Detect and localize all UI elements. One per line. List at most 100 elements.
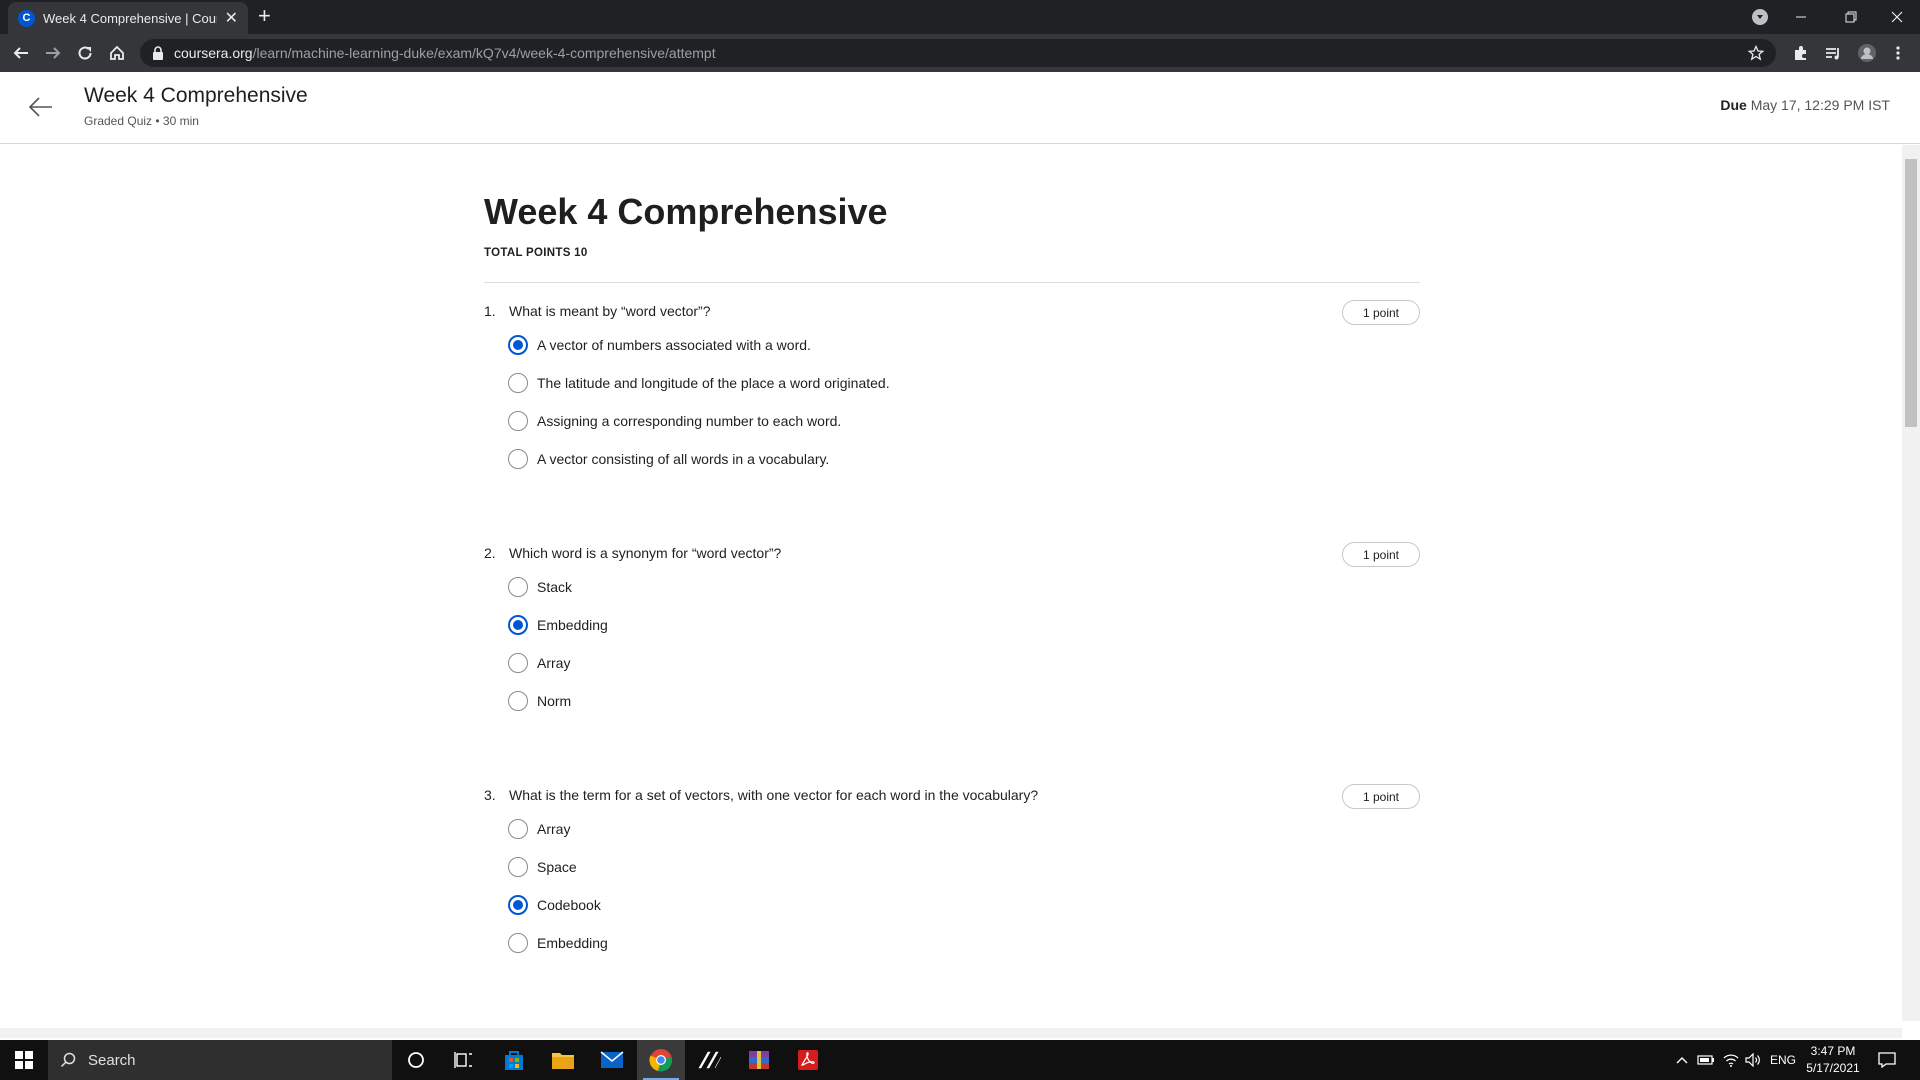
task-view-icon[interactable] <box>440 1040 488 1080</box>
answer-option[interactable]: Stack <box>508 575 572 599</box>
clock-date: 5/17/2021 <box>1806 1061 1860 1075</box>
profile-avatar[interactable] <box>1855 41 1879 65</box>
due-date: Due May 17, 12:29 PM IST <box>1720 97 1890 113</box>
forward-arrow-icon[interactable] <box>41 41 65 65</box>
tab-close-icon[interactable]: ✕ <box>225 8 238 28</box>
option-label: Array <box>537 655 571 671</box>
back-arrow-icon[interactable] <box>9 41 33 65</box>
browser-tabstrip: C Week 4 Comprehensive | Coursera ✕ + <box>0 0 1920 34</box>
back-arrow-icon[interactable] <box>26 92 56 122</box>
option-label: Embedding <box>537 617 608 633</box>
radio-button[interactable] <box>508 933 528 953</box>
radio-button[interactable] <box>508 819 528 839</box>
acrobat-icon[interactable] <box>784 1040 832 1080</box>
header-subtitle: Graded Quiz • 30 min <box>84 114 199 128</box>
windows-taskbar: Search ENG 3:47 PM 5/17/2021 <box>0 1040 1920 1080</box>
option-label: Array <box>537 821 571 837</box>
wifi-icon[interactable] <box>1723 1040 1739 1080</box>
winrar-icon[interactable] <box>735 1040 783 1080</box>
option-label: A vector of numbers associated with a wo… <box>537 337 811 353</box>
question-number: 2. <box>484 545 496 561</box>
browser-tab[interactable]: C Week 4 Comprehensive | Coursera ✕ <box>8 2 248 34</box>
tab-title: Week 4 Comprehensive | Coursera <box>43 10 217 26</box>
answer-option[interactable]: Embedding <box>508 613 608 637</box>
option-label: Assigning a corresponding number to each… <box>537 413 842 429</box>
radio-button[interactable] <box>508 373 528 393</box>
home-icon[interactable] <box>105 41 129 65</box>
question-number: 1. <box>484 303 496 319</box>
answer-option[interactable]: A vector of numbers associated with a wo… <box>508 333 811 357</box>
radio-button[interactable] <box>508 335 528 355</box>
mail-icon[interactable] <box>588 1040 636 1080</box>
show-hidden-icons-icon[interactable] <box>1676 1040 1688 1080</box>
answer-option[interactable]: The latitude and longitude of the place … <box>508 371 890 395</box>
search-label: Search <box>88 1051 136 1069</box>
option-label: Space <box>537 859 577 875</box>
radio-button[interactable] <box>508 653 528 673</box>
restore-button[interactable] <box>1844 0 1858 34</box>
radio-button[interactable] <box>508 411 528 431</box>
windows-start-icon[interactable] <box>0 1040 48 1080</box>
question-number: 3. <box>484 787 496 803</box>
page-title: Week 4 Comprehensive <box>484 191 888 232</box>
answer-option[interactable]: Assigning a corresponding number to each… <box>508 409 841 433</box>
minimize-button[interactable] <box>1794 0 1808 34</box>
radio-button[interactable] <box>508 895 528 915</box>
option-label: Codebook <box>537 897 601 913</box>
answer-option[interactable]: Embedding <box>508 931 608 955</box>
notifications-icon[interactable] <box>1878 1040 1896 1080</box>
tab-search-icon[interactable] <box>1752 9 1768 25</box>
volume-icon[interactable] <box>1745 1040 1761 1080</box>
answer-option[interactable]: Array <box>508 651 570 675</box>
battery-icon[interactable] <box>1697 1040 1715 1080</box>
answer-option[interactable]: A vector consisting of all words in a vo… <box>508 447 829 471</box>
scrollbar-thumb[interactable] <box>1905 159 1917 427</box>
language-indicator[interactable]: ENG <box>1770 1040 1796 1080</box>
bookmark-star-icon[interactable] <box>1748 45 1764 61</box>
option-label: Norm <box>537 693 572 709</box>
horizontal-scrollbar[interactable] <box>0 1028 1902 1038</box>
store-icon[interactable] <box>490 1040 538 1080</box>
option-label: The latitude and longitude of the place … <box>537 375 890 391</box>
quiz-content: Week 4 Comprehensive TOTAL POINTS 10 1. … <box>0 145 1902 1028</box>
search-icon <box>60 1052 76 1068</box>
sketch-app-icon[interactable] <box>686 1040 734 1080</box>
answer-option[interactable]: Codebook <box>508 893 601 917</box>
new-tab-button[interactable]: + <box>258 5 271 27</box>
taskbar-search[interactable]: Search <box>48 1040 392 1080</box>
option-label: Embedding <box>537 935 608 951</box>
answer-option[interactable]: Norm <box>508 689 571 713</box>
vertical-scrollbar[interactable] <box>1902 145 1920 1021</box>
question-text: Which word is a synonym for “word vector… <box>509 545 782 561</box>
total-points: TOTAL POINTS 10 <box>484 247 588 259</box>
points-badge: 1 point <box>1342 542 1420 567</box>
reload-icon[interactable] <box>73 41 97 65</box>
system-clock[interactable]: 3:47 PM 5/17/2021 <box>1800 1043 1866 1077</box>
option-label: Stack <box>537 579 573 595</box>
radio-button[interactable] <box>508 449 528 469</box>
points-badge: 1 point <box>1342 300 1420 325</box>
question-text: What is meant by “word vector”? <box>509 303 711 319</box>
divider <box>484 282 1420 283</box>
answer-option[interactable]: Space <box>508 855 577 879</box>
radio-button[interactable] <box>508 857 528 877</box>
url-text: coursera.org/learn/machine-learning-duke… <box>174 45 716 61</box>
radio-button[interactable] <box>508 615 528 635</box>
coursera-favicon-icon: C <box>18 9 35 27</box>
radio-button[interactable] <box>508 577 528 597</box>
points-badge: 1 point <box>1342 784 1420 809</box>
browser-menu-icon[interactable] <box>1886 41 1910 65</box>
extensions-puzzle-icon[interactable] <box>1789 41 1813 65</box>
close-window-button[interactable] <box>1890 0 1904 34</box>
radio-button[interactable] <box>508 691 528 711</box>
lock-icon <box>153 46 163 60</box>
header-title: Week 4 Comprehensive <box>84 84 308 107</box>
cortana-icon[interactable] <box>392 1040 440 1080</box>
address-bar[interactable]: coursera.org/learn/machine-learning-duke… <box>140 39 1776 67</box>
answer-option[interactable]: Array <box>508 817 570 841</box>
chrome-icon[interactable] <box>637 1040 685 1080</box>
clock-time: 3:47 PM <box>1810 1044 1856 1058</box>
file-explorer-icon[interactable] <box>539 1040 587 1080</box>
media-queue-icon[interactable] <box>1821 41 1845 65</box>
question-text: What is the term for a set of vectors, w… <box>509 787 1039 803</box>
